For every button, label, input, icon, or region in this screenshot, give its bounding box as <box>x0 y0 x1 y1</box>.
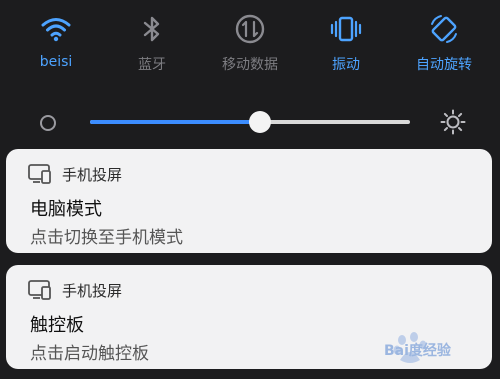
wifi-tile[interactable]: beisi <box>6 8 106 88</box>
auto-rotate-label: 自动旋转 <box>416 57 472 73</box>
mobile-data-tile[interactable]: 移动数据 <box>200 8 300 88</box>
bluetooth-label: 蓝牙 <box>138 57 166 73</box>
bluetooth-icon <box>143 16 160 42</box>
notification-subtitle: 点击启动触控板 <box>30 344 149 364</box>
screen-projection-icon <box>28 164 51 184</box>
auto-rotate-icon <box>431 15 457 43</box>
brightness-high-icon <box>440 109 466 135</box>
notification-title: 电脑模式 <box>30 199 102 220</box>
brightness-slider[interactable] <box>90 111 410 133</box>
wifi-label: beisi <box>39 54 73 70</box>
mobile-data-label: 移动数据 <box>222 57 278 73</box>
screen-projection-icon <box>28 280 51 300</box>
watermark-text: Bai度经验 <box>384 343 451 359</box>
notification-card-pc-mode[interactable]: 手机投屏 电脑模式 点击切换至手机模式 <box>6 149 492 253</box>
brightness-fill <box>90 120 260 124</box>
notification-title: 触控板 <box>30 315 84 336</box>
vibrate-icon <box>330 16 362 42</box>
notification-subtitle: 点击切换至手机模式 <box>30 228 183 248</box>
brightness-low-icon <box>40 115 56 131</box>
auto-rotate-tile[interactable]: 自动旋转 <box>394 8 494 88</box>
wifi-icon <box>41 18 71 42</box>
vibrate-label: 振动 <box>332 57 360 73</box>
notification-app-name: 手机投屏 <box>62 282 123 300</box>
quick-settings-row: beisi 蓝牙 移动数据 振动 自动旋转 <box>0 0 500 90</box>
vibrate-tile[interactable]: 振动 <box>296 8 396 88</box>
brightness-thumb[interactable] <box>248 111 271 133</box>
bluetooth-tile[interactable]: 蓝牙 <box>102 8 202 88</box>
brightness-slider-row <box>0 100 500 146</box>
notification-app-name: 手机投屏 <box>62 166 123 184</box>
mobile-data-icon <box>235 14 265 44</box>
